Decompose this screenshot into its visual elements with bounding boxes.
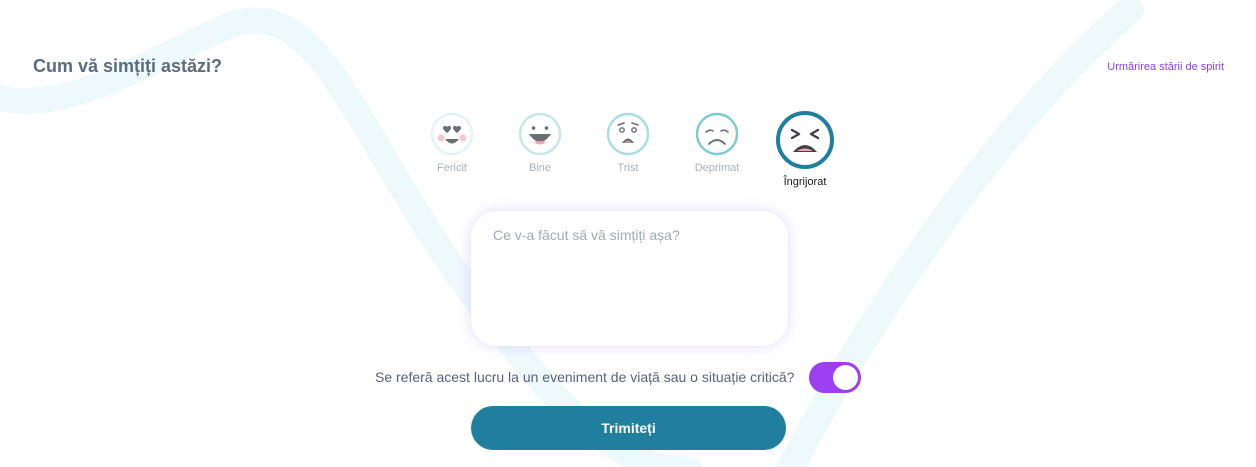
mood-option-ingrijorat[interactable]: Îngrijorat [765, 110, 845, 188]
heart-eyes-face-icon [430, 112, 474, 156]
mood-option-bine[interactable]: Bine [500, 112, 580, 174]
critical-event-question: Se referă acest lucru la un eveniment de… [375, 369, 795, 385]
mood-option-deprimat[interactable]: Deprimat [677, 112, 757, 174]
submit-button[interactable]: Trimiteți [471, 406, 786, 450]
mood-check-page: Cum vă simțiți astăzi? Urmărirea stării … [0, 0, 1256, 467]
mood-label: Fericit [437, 162, 467, 174]
toggle-knob [833, 364, 859, 390]
mood-label: Îngrijorat [783, 176, 827, 188]
mood-option-trist[interactable]: Trist [588, 112, 668, 174]
mood-note-textarea[interactable] [471, 211, 788, 346]
grinning-face-icon [518, 112, 562, 156]
mood-label: Trist [617, 162, 639, 174]
mood-label: Deprimat [694, 162, 740, 174]
mood-selector: Fericit Bine Trist Deprimat Îngrijorat [0, 0, 1256, 200]
anguished-face-icon [776, 111, 834, 169]
mood-label: Bine [528, 162, 552, 174]
critical-event-toggle[interactable] [809, 361, 862, 393]
note-box [471, 211, 788, 346]
critical-event-row: Se referă acest lucru la un eveniment de… [375, 361, 862, 393]
sad-face-icon [695, 112, 739, 156]
worried-face-icon [606, 112, 650, 156]
mood-option-fericit[interactable]: Fericit [412, 112, 492, 174]
